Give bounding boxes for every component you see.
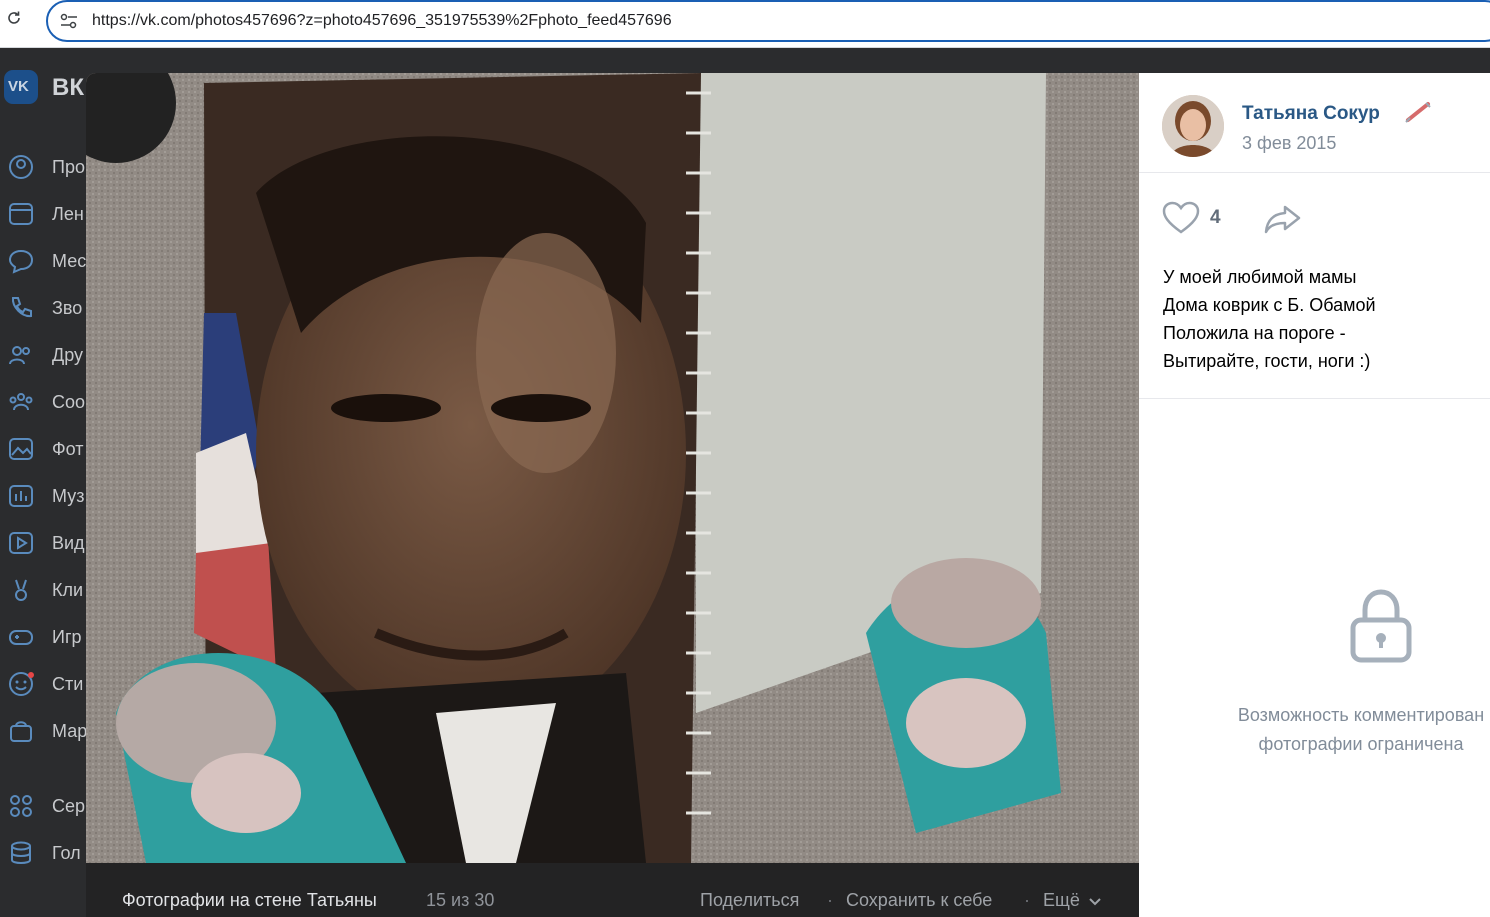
left-menu-item-label: Зво <box>52 298 83 318</box>
left-menu-item[interactable]: Мес <box>0 246 90 276</box>
photo-image[interactable] <box>86 73 1139 863</box>
communities-icon <box>9 393 33 411</box>
divider <box>1139 398 1490 399</box>
left-menu-item-label: Соо <box>52 392 86 412</box>
left-menu-item-label: Мар <box>52 721 88 741</box>
database-icon <box>11 841 31 864</box>
left-menu-item[interactable]: Вид <box>0 528 90 558</box>
more-button[interactable]: Ещё <box>1043 890 1101 911</box>
photo-info-panel: Татьяна Сокур 3 фев 2015 4 У моей любимо… <box>1139 73 1490 917</box>
heart-icon[interactable] <box>1162 201 1200 235</box>
left-menu-item[interactable]: Гол <box>0 838 90 868</box>
left-menu-item[interactable]: Про <box>0 152 90 182</box>
photo-caption: У моей любимой мамы Дома коврик с Б. Оба… <box>1163 263 1483 375</box>
photo-content <box>86 73 1139 863</box>
post-date[interactable]: 3 фев 2015 <box>1242 133 1336 154</box>
share-button[interactable]: Поделиться <box>700 890 799 911</box>
left-menu-item[interactable]: Лен <box>0 199 90 229</box>
left-menu-item[interactable]: Сти <box>0 669 90 699</box>
left-menu-item-label: Сти <box>52 674 84 694</box>
left-menu-item-label: Дру <box>52 345 83 365</box>
caption-line: Дома коврик с Б. Обамой <box>1163 295 1376 315</box>
left-menu-item[interactable]: Фот <box>0 434 90 464</box>
services-grid-icon <box>10 795 32 817</box>
separator-dot: · <box>827 890 833 910</box>
caption-line: Вытирайте, гости, ноги :) <box>1163 351 1371 371</box>
phone-icon <box>11 297 32 318</box>
left-menu-item[interactable]: Игр <box>0 622 90 652</box>
album-title-link[interactable]: Фотографии на стене Татьяны <box>122 890 377 911</box>
browser-toolbar: https://vk.com/photos457696?z=photo45769… <box>0 0 1490 48</box>
avatar-image <box>1162 95 1224 157</box>
left-menu-item-label: Муз <box>52 486 85 506</box>
left-menu-item[interactable]: Мар <box>0 716 90 746</box>
photo-counter: 15 из 30 <box>426 890 495 910</box>
left-menu-item-label: Мес <box>52 251 87 271</box>
left-menu-item[interactable]: Зво <box>0 293 90 323</box>
message-bubble-icon <box>8 249 34 274</box>
save-to-album-button[interactable]: Сохранить к себе <box>846 890 992 911</box>
left-menu-item-label: Фот <box>52 439 84 459</box>
video-icon <box>9 532 33 554</box>
gamepad-icon <box>9 630 33 645</box>
caption-line: У моей любимой мамы <box>1163 267 1357 287</box>
left-menu-item[interactable]: Дру <box>0 340 90 370</box>
author-avatar[interactable] <box>1162 95 1224 157</box>
caption-line: Положила на пороге - <box>1163 323 1346 343</box>
vk-logo-text[interactable]: ВК <box>52 74 84 102</box>
like-count[interactable]: 4 <box>1210 207 1221 229</box>
left-menu-item-label: Гол <box>52 843 81 863</box>
left-menu-item-label: Про <box>52 157 85 177</box>
market-bag-icon <box>10 721 32 742</box>
syringe-emoji-icon <box>1405 102 1431 123</box>
sticker-icon <box>9 672 34 696</box>
url-text[interactable]: https://vk.com/photos457696?z=photo45769… <box>92 12 672 30</box>
comments-restricted-note: Возможность комментирован фотографии огр… <box>1201 701 1490 759</box>
lock-icon <box>1350 589 1412 663</box>
photo-footer: Фотографии на стене Татьяны 15 из 30 Под… <box>86 863 1139 917</box>
site-settings-icon[interactable] <box>60 13 78 29</box>
share-arrow-icon[interactable] <box>1263 203 1303 235</box>
vk-logo-icon[interactable]: VK <box>4 70 38 104</box>
left-menu-item-label: Кли <box>52 580 84 600</box>
left-menu-item[interactable]: Сер <box>0 791 90 821</box>
clips-icon <box>15 579 27 601</box>
left-menu-item[interactable]: Кли <box>0 575 90 605</box>
more-button-label: Ещё <box>1043 890 1080 910</box>
friends-icon <box>9 346 30 365</box>
user-circle-icon <box>9 155 33 179</box>
left-menu-item-label: Сер <box>52 796 86 816</box>
comments-restricted-line: Возможность комментирован <box>1237 705 1485 725</box>
left-menu-item-label: Игр <box>52 627 82 647</box>
address-bar[interactable]: https://vk.com/photos457696?z=photo45769… <box>46 0 1490 42</box>
photo-icon <box>9 438 33 460</box>
reload-icon[interactable] <box>6 10 22 26</box>
left-menu-item[interactable]: Муз <box>0 481 90 511</box>
chevron-down-icon <box>1089 898 1101 906</box>
music-icon <box>9 485 33 507</box>
news-feed-icon <box>9 203 33 225</box>
left-menu-item[interactable]: Соо <box>0 387 90 417</box>
left-menu-item-label: Вид <box>52 533 85 553</box>
divider <box>1139 172 1490 173</box>
comments-restricted-line: фотографии ограничена <box>1258 734 1464 754</box>
author-name-link[interactable]: Татьяна Сокур <box>1242 103 1380 125</box>
separator-dot: · <box>1024 890 1030 910</box>
left-menu-item-label: Лен <box>52 204 84 224</box>
